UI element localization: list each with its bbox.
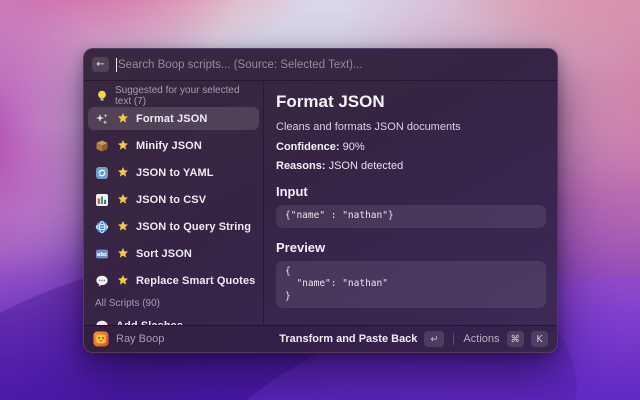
favorite-star-icon	[117, 112, 129, 126]
package-icon	[95, 139, 109, 153]
sidebar-item-json-to-query-string[interactable]: JSON to Query String	[88, 215, 259, 238]
boop-app-icon	[93, 331, 109, 347]
confidence-label: Confidence:	[276, 141, 340, 153]
globe-icon	[95, 220, 109, 234]
section-header-all-scripts: All Scripts (90)	[88, 296, 259, 311]
reasons-label: Reasons:	[276, 160, 326, 172]
app-name: Ray Boop	[116, 333, 164, 345]
desktop-wallpaper: ← Suggested for your selected text (7)	[0, 0, 640, 400]
detail-confidence: Confidence: 90%	[276, 141, 546, 153]
bar-chart-icon	[95, 193, 109, 207]
ray-boop-window: ← Suggested for your selected text (7)	[83, 48, 558, 353]
favorite-star-icon	[117, 166, 129, 180]
script-detail-panel: Format JSON Cleans and formats JSON docu…	[264, 81, 557, 325]
return-key-badge[interactable]: ↵	[424, 331, 444, 347]
speech-balloon-icon	[95, 274, 109, 288]
favorite-star-icon	[117, 220, 129, 234]
reasons-value: JSON detected	[326, 160, 404, 172]
section-header-label: Suggested for your selected text (7)	[115, 85, 252, 107]
back-button[interactable]: ←	[92, 57, 109, 72]
detail-description: Cleans and formats JSON documents	[276, 121, 546, 133]
input-code-block: {"name" : "nathan"}	[276, 205, 546, 228]
k-key-badge[interactable]: K	[531, 331, 548, 347]
sparkles-icon	[95, 112, 109, 126]
preview-code-block: { "name": "nathan" }	[276, 261, 546, 309]
svg-text:abc: abc	[97, 252, 107, 258]
sidebar-item-add-slashes[interactable]: Add Slashes	[88, 314, 259, 325]
arrows-cycle-icon	[95, 166, 109, 180]
detail-title: Format JSON	[276, 92, 546, 112]
sidebar-item-label: JSON to Query String	[136, 221, 251, 233]
sidebar-item-label: Format JSON	[136, 113, 207, 125]
input-heading: Input	[276, 184, 546, 199]
favorite-star-icon	[117, 193, 129, 207]
sidebar-item-label: Sort JSON	[136, 248, 192, 260]
section-header-suggested: Suggested for your selected text (7)	[88, 87, 259, 104]
script-list: Suggested for your selected text (7) For…	[84, 81, 263, 325]
section-header-label: All Scripts (90)	[95, 298, 160, 309]
sidebar-item-minify-json[interactable]: Minify JSON	[88, 134, 259, 157]
detail-reasons: Reasons: JSON detected	[276, 160, 546, 172]
back-arrow-icon: ←	[96, 58, 104, 72]
search-bar: ←	[84, 49, 557, 81]
action-bar: Ray Boop Transform and Paste Back ↵ Acti…	[84, 325, 557, 352]
preview-heading: Preview	[276, 240, 546, 255]
sidebar-item-json-to-csv[interactable]: JSON to CSV	[88, 188, 259, 211]
sidebar-item-format-json[interactable]: Format JSON	[88, 107, 259, 130]
abc-icon: abc	[95, 247, 109, 261]
footer-divider	[453, 333, 454, 345]
sidebar-item-label: Replace Smart Quotes	[136, 275, 255, 287]
sidebar-item-label: JSON to CSV	[136, 194, 206, 206]
sidebar-item-label: JSON to YAML	[136, 167, 214, 179]
search-input[interactable]	[118, 59, 547, 71]
primary-action-button[interactable]: Transform and Paste Back	[279, 333, 417, 345]
confidence-value: 90%	[340, 141, 365, 153]
sidebar-item-replace-smart-quotes[interactable]: Replace Smart Quotes	[88, 269, 259, 292]
sidebar-item-label: Minify JSON	[136, 140, 202, 152]
favorite-star-icon	[117, 247, 129, 261]
favorite-star-icon	[117, 274, 129, 288]
sidebar-item-sort-json[interactable]: abc Sort JSON	[88, 242, 259, 265]
favorite-star-icon	[117, 139, 129, 153]
actions-button[interactable]: Actions	[463, 333, 499, 345]
main-content: Suggested for your selected text (7) For…	[84, 81, 557, 325]
cmd-key-badge[interactable]: ⌘	[507, 331, 525, 347]
lightbulb-icon	[95, 89, 109, 103]
sidebar-item-json-to-yaml[interactable]: JSON to YAML	[88, 161, 259, 184]
text-caret	[116, 58, 117, 72]
